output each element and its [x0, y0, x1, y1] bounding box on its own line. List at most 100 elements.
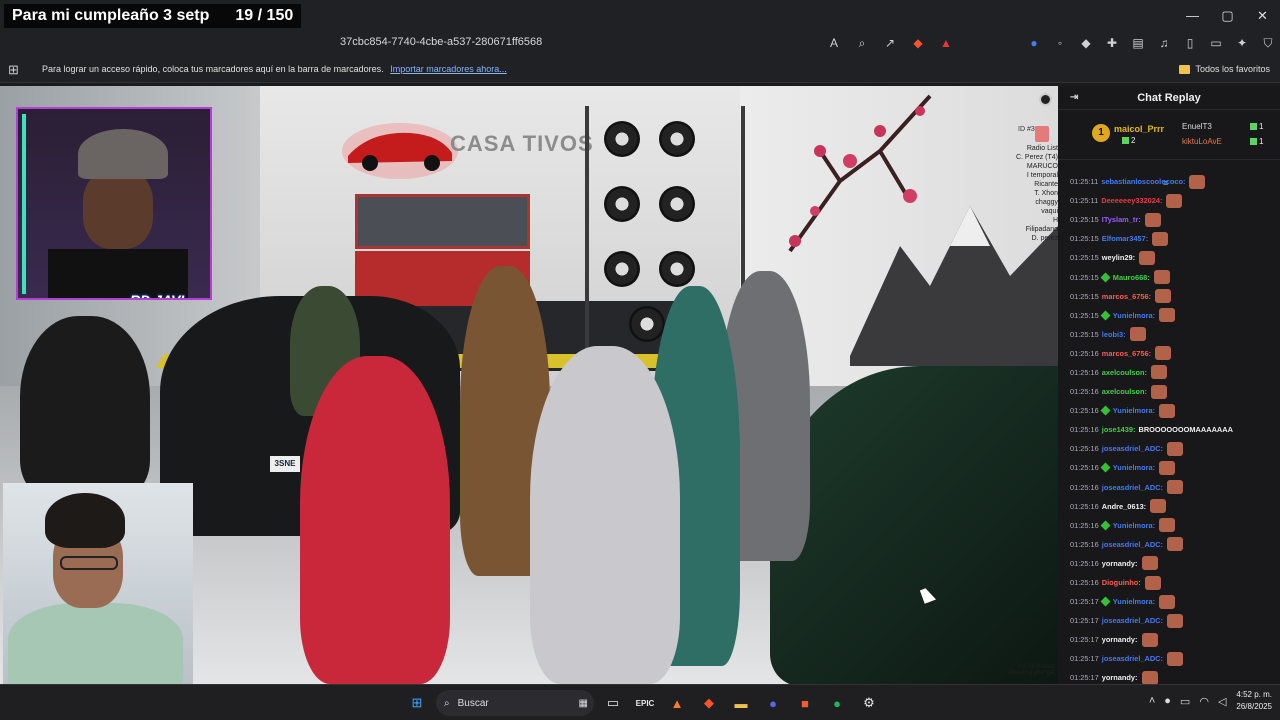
microphone-icon[interactable]: ●: [1164, 695, 1171, 708]
app-icon-orange[interactable]: ▲: [664, 690, 690, 716]
display-icon[interactable]: ▭: [1180, 695, 1190, 708]
chat-timestamp: 01:25:17: [1070, 654, 1099, 664]
all-favorites-button[interactable]: Todos los favoritos: [1179, 64, 1270, 74]
chat-username[interactable]: Yunielmora:: [1113, 521, 1155, 530]
emote-icon: [1141, 670, 1158, 685]
chat-username[interactable]: Yunielmora:: [1113, 597, 1155, 606]
chat-timestamp: 01:25:15: [1070, 310, 1099, 320]
chat-username[interactable]: yornandy:: [1102, 635, 1138, 644]
wallet-icon[interactable]: ▭: [1208, 35, 1224, 51]
volume-icon[interactable]: ◁: [1218, 695, 1226, 708]
wall-car-painting: [342, 123, 458, 179]
radio-list-item: C. Perez (T4): [1015, 154, 1058, 161]
chat-username[interactable]: joseasdriel_ADC:: [1102, 444, 1163, 453]
spotify-icon[interactable]: ●: [824, 690, 850, 716]
share-icon[interactable]: ↗: [882, 35, 898, 51]
chat-username[interactable]: ITyslam_tr:: [1102, 215, 1141, 224]
chat-username[interactable]: leobi3:: [1102, 330, 1126, 339]
subscriber-badge-icon: [1100, 310, 1111, 321]
chat-username[interactable]: joseasdriel_ADC:: [1102, 654, 1163, 663]
brave-shield-icon[interactable]: ◆: [910, 35, 926, 51]
emote-icon: [1159, 594, 1176, 609]
leaderboard-name[interactable]: EnuelT3: [1182, 122, 1212, 131]
collapse-icon[interactable]: ⇥: [1070, 92, 1078, 103]
leo-ai-icon[interactable]: ✦: [1234, 35, 1250, 51]
extension-icon[interactable]: ◆: [1078, 35, 1094, 51]
minimize-button[interactable]: —: [1175, 0, 1210, 31]
app-icon-red[interactable]: ■: [792, 690, 818, 716]
chat-message: 01:25:16 yornandy:: [1058, 554, 1280, 573]
extension-icon[interactable]: ●: [1026, 35, 1042, 51]
chat-username[interactable]: jose1439:: [1102, 425, 1136, 434]
taskbar-search[interactable]: ⌕ Buscar ▦: [436, 690, 594, 716]
stream-title-overlay: Para mi cumpleaño 3 setp 19 / 150: [4, 4, 302, 28]
brave-rewards-icon[interactable]: ▲: [938, 35, 954, 51]
streamer-webcam: RD JAVI: [16, 107, 212, 300]
chat-username[interactable]: Dioguinho:: [1102, 578, 1141, 587]
chat-username[interactable]: axelcoulson:: [1102, 387, 1147, 396]
chat-username[interactable]: Mauro668:: [1113, 273, 1150, 282]
chat-username[interactable]: joseasdriel_ADC:: [1102, 540, 1163, 549]
radio-list-item: I temporal: [1026, 172, 1058, 179]
chat-message: 01:25:17 joseasdriel_ADC:: [1058, 649, 1280, 668]
extension-icon[interactable]: ◦: [1052, 35, 1068, 51]
chat-timestamp: 01:25:16: [1070, 367, 1099, 377]
guest-shirt: [8, 603, 183, 684]
radio-list: Radio List C. Perez (T4) MARUCO I tempor…: [1000, 144, 1058, 243]
chat-message: 01:25:16 joseasdriel_ADC:: [1058, 478, 1280, 497]
app-icon-settings[interactable]: ⚙: [856, 690, 882, 716]
chat-username[interactable]: Yunielmora:: [1113, 311, 1155, 320]
chevron-up-icon[interactable]: ˄: [1149, 695, 1155, 708]
chat-username[interactable]: Yunielmora:: [1113, 463, 1155, 472]
chat-message: 01:25:15 marcos_6756:: [1058, 287, 1280, 306]
subscriber-badge-icon: [1100, 272, 1111, 282]
close-button[interactable]: ✕: [1245, 0, 1280, 31]
media-icon[interactable]: ▤: [1130, 35, 1146, 51]
emote-icon: [1166, 480, 1183, 495]
file-explorer-icon[interactable]: ▬: [728, 690, 754, 716]
chat-username[interactable]: weylin29:: [1102, 253, 1135, 262]
chat-username[interactable]: Deeeeeey332024:: [1101, 196, 1162, 205]
radio-list-item: chaggy: [1035, 199, 1058, 206]
chat-message: 01:25:11 Deeeeeey332024:: [1058, 191, 1280, 210]
zoom-icon[interactable]: ⌕: [854, 35, 870, 51]
leaderboard-name[interactable]: kiktuLoAvE: [1182, 137, 1222, 146]
brave-browser-icon[interactable]: ◆: [696, 690, 722, 716]
music-icon[interactable]: ♫: [1156, 35, 1172, 51]
emote-icon: [1153, 270, 1170, 285]
maximize-button[interactable]: ▢: [1210, 0, 1245, 31]
puzzle-icon[interactable]: ✚: [1104, 35, 1120, 51]
chat-username[interactable]: Yunielmora:: [1113, 406, 1155, 415]
epic-games-icon[interactable]: EPIC: [632, 690, 658, 716]
chat-username[interactable]: sebastianloscoolococo:: [1101, 177, 1185, 186]
chat-username[interactable]: marcos_6756:: [1102, 292, 1151, 301]
chat-timestamp: 01:25:15: [1070, 291, 1099, 301]
discord-icon[interactable]: ●: [760, 690, 786, 716]
chat-username[interactable]: Andre_0613:: [1102, 502, 1146, 511]
sidebar-icon[interactable]: ▯: [1182, 35, 1198, 51]
player-grey-hoodie: [530, 346, 680, 684]
chat-username[interactable]: yornandy:: [1102, 673, 1138, 682]
leaderboard-top-name[interactable]: maicol_Prrr: [1114, 124, 1164, 134]
hud-badge-icon: [1035, 126, 1049, 142]
chat-username[interactable]: joseasdriel_ADC:: [1102, 483, 1163, 492]
vpn-icon[interactable]: ⛉: [1260, 35, 1276, 51]
system-clock[interactable]: 4:52 p. m. 26/8/2025: [1236, 689, 1272, 713]
radio-list-item: Ricante: [1034, 181, 1058, 188]
url-field[interactable]: 37cbc854-7740-4cbe-a537-280671ff6568: [340, 36, 542, 48]
task-view-icon[interactable]: ▭: [600, 690, 626, 716]
chat-username[interactable]: joseasdriel_ADC:: [1102, 616, 1163, 625]
chat-username[interactable]: axelcoulson:: [1102, 368, 1147, 377]
chat-header: ⇥ Chat Replay: [1058, 86, 1280, 110]
chat-username[interactable]: yornandy:: [1102, 559, 1138, 568]
apps-grid-icon[interactable]: ⊞: [8, 62, 19, 78]
wifi-icon[interactable]: ◠: [1199, 695, 1209, 708]
chat-message: 01:25:15 Mauro668:: [1058, 267, 1280, 286]
windows-start-icon[interactable]: ⊞: [404, 690, 430, 716]
translate-icon[interactable]: A: [826, 35, 842, 51]
license-plate: 3SNE: [270, 456, 300, 472]
chat-message: 01:25:15 Elfomar3457:: [1058, 229, 1280, 248]
chat-username[interactable]: Elfomar3457:: [1102, 234, 1148, 243]
chat-username[interactable]: marcos_6756:: [1102, 349, 1151, 358]
import-bookmarks-link[interactable]: Importar marcadores ahora...: [390, 64, 507, 74]
